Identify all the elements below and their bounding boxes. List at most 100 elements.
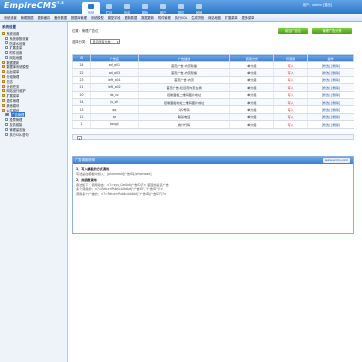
cell-call: 单分组 [229, 83, 274, 92]
cell-actions[interactable]: [修改] [删除] [307, 61, 354, 70]
folder-icon [2, 84, 5, 88]
doc-icon [5, 41, 8, 45]
cell-js-write[interactable]: 写入 [273, 120, 308, 129]
subnav-item[interactable]: 网站地图 [208, 15, 221, 20]
cell-actions[interactable]: [修改] [删除] [307, 113, 354, 122]
class-filter-select[interactable]: 显示所有分类 [90, 39, 121, 45]
tab-info[interactable]: 信息 [118, 2, 136, 15]
cell-js-write[interactable]: 写入 [273, 68, 308, 77]
cell-desc: 联系电话 [137, 113, 230, 122]
subnav-item[interactable]: 扩展菜单 [225, 15, 238, 20]
table-body: 24 ad_a01 首页广告-内页轮播 单分组 写入 [修改] [删除] 22 ad_a03 首… [72, 61, 354, 129]
tab-other[interactable]: 其他 [190, 2, 208, 15]
cell-actions[interactable]: [修改] [删除] [307, 105, 354, 114]
subnav-item[interactable]: 执行SQL [175, 15, 188, 20]
cell-desc: 首页广告-内页 [137, 76, 230, 85]
cell-desc: 控制面板二维码图片地址 [137, 91, 230, 99]
tab-plugin[interactable]: 插件 [172, 2, 190, 15]
subnav-item[interactable]: 数据库管理 [71, 15, 87, 20]
cell-call: 单分组 [229, 105, 274, 114]
sub-navigation: 系统设置 管理数据 更新缓存 备份数据 数据库管理 系统模型 模型字段 更新数据… [0, 14, 362, 22]
folder-icon [2, 79, 5, 83]
tab-template[interactable]: 模板 [136, 2, 154, 15]
col-name[interactable]: 广告名 [89, 54, 139, 62]
cell-js-write[interactable]: 写入 [273, 76, 308, 85]
sidebar-item[interactable]: 执行SQL语句 [2, 132, 65, 137]
doc-icon [5, 113, 9, 117]
subnav-item[interactable]: 更新缓存 [38, 15, 51, 20]
col-id[interactable]: ID [72, 54, 91, 62]
cell-actions[interactable]: [修改] [删除] [307, 91, 354, 99]
cell-actions[interactable]: [修改] [删除] [307, 83, 354, 92]
note-text-1: 写法是在模板中加入：[phomead]广告ID[/phomead] [76, 171, 152, 176]
doc-icon [5, 132, 8, 136]
cell-desc: QQ号码 [137, 105, 230, 114]
cell-name: tongji [89, 120, 139, 129]
folder-icon [2, 75, 5, 79]
top-header-bar: EmpireCMS7.5 系统 栏目 信息 模板 用户 插件 其他 用户：adm… [0, 0, 362, 15]
subnav-item[interactable]: 系统设置 [4, 15, 17, 20]
table-footer: 1 [72, 134, 354, 140]
cell-actions[interactable]: [修改] [删除] [307, 120, 354, 129]
folder-icon [2, 99, 5, 103]
cell-js-write[interactable]: 写入 [273, 83, 308, 92]
empirecms-logo: EmpireCMS7.5 [4, 1, 64, 10]
cell-desc: 控制面板地址二维码图片地址 [137, 98, 230, 107]
logo-text: EmpireCMS [4, 1, 58, 10]
cell-js-write[interactable]: 写入 [273, 91, 308, 99]
subnav-item[interactable]: 更多菜单 [242, 15, 255, 20]
cell-name: qr [89, 113, 139, 122]
table-row: 21 left_a02 首页广告-栏目页内页左侧 单分组 写入 [修改] [删除] [72, 83, 354, 92]
breadcrumb: 位置：管理广告位 [72, 29, 99, 33]
folder-icon [2, 94, 5, 98]
tree-list: 系统设置 系统参数设置 防灌水设置 扩展变量 附件设置 网站地图 数据更新 数据库系统模型 后台… [2, 31, 65, 137]
col-desc: 广告描述 [137, 54, 231, 62]
tab-user[interactable]: 用户 [154, 2, 172, 15]
subnav-item[interactable]: 附件管理 [158, 15, 171, 20]
doc-icon [5, 127, 8, 131]
cell-actions[interactable]: [修改] [删除] [307, 68, 354, 77]
cell-js-write[interactable]: 写入 [273, 61, 308, 70]
cell-id: 24 [72, 61, 91, 70]
cell-id: 14 [72, 98, 91, 107]
plugin-icon [178, 3, 184, 9]
doc-icon [5, 51, 8, 55]
page-number[interactable]: 1 [77, 135, 82, 140]
cell-call: 单分组 [229, 61, 274, 70]
table-row: 22 ad_a03 首页广告-内页轮播 单分组 写入 [修改] [删除] [72, 68, 354, 77]
folder-icon [2, 31, 5, 35]
sidebar-item-label: 执行SQL语句 [9, 132, 29, 137]
subnav-item[interactable]: 系统模型 [91, 15, 104, 20]
cell-js-write[interactable]: 写入 [273, 98, 308, 107]
cell-call: 单分组 [229, 76, 274, 85]
subnav-item[interactable]: 管理数据 [21, 15, 34, 20]
user-info[interactable]: 用户：admin [退出] [303, 2, 332, 7]
cell-call: 单分组 [229, 91, 274, 99]
cell-call: 单分组 [229, 120, 274, 129]
cell-name: js_zh [89, 98, 139, 107]
note-body: 1、写入模板的方式调用 写法是在模板中加入：[phomead]广告ID[/pho… [73, 164, 353, 200]
subnav-item[interactable]: 数据更新 [141, 15, 154, 20]
folder-icon [2, 70, 5, 74]
cell-js-write[interactable]: 写入 [273, 113, 308, 122]
cell-actions[interactable]: [修改] [删除] [307, 76, 354, 85]
cell-name: ds_vv [89, 91, 139, 99]
subnav-item[interactable]: 更新数据 [124, 15, 137, 20]
cell-name: left_a02 [89, 83, 139, 92]
sidebar-title: 系统设置 [2, 25, 16, 29]
add-ad-position-button[interactable]: 增加广告位 [278, 28, 308, 34]
manage-ad-class-button[interactable]: 管理广告分类 [312, 28, 352, 34]
class-filter: 选择分类： 显示所有分类 [72, 39, 121, 45]
note-header: 广告调用说明 www.ecms.com [73, 157, 353, 164]
tab-system[interactable]: 系统 [82, 2, 100, 15]
folder-icon [2, 60, 5, 64]
table-row: 13 qq QQ号码 单分组 写入 [修改] [删除] [72, 105, 354, 114]
subnav-item[interactable]: 模型字段 [108, 15, 121, 20]
sidebar-tree: 系统设置 系统设置 系统参数设置 防灌水设置 扩展变量 附件设置 网站地图 数据更新 数据库系… [0, 22, 68, 362]
subnav-item[interactable]: 生成拼音 [191, 15, 204, 20]
table-row: 12 qr 联系电话 单分组 写入 [修改] [删除] [72, 113, 354, 122]
cell-actions[interactable]: [修改] [删除] [307, 98, 354, 107]
subnav-item[interactable]: 备份数据 [54, 15, 67, 20]
tab-column[interactable]: 栏目 [100, 2, 118, 15]
cell-js-write[interactable]: 写入 [273, 105, 308, 114]
